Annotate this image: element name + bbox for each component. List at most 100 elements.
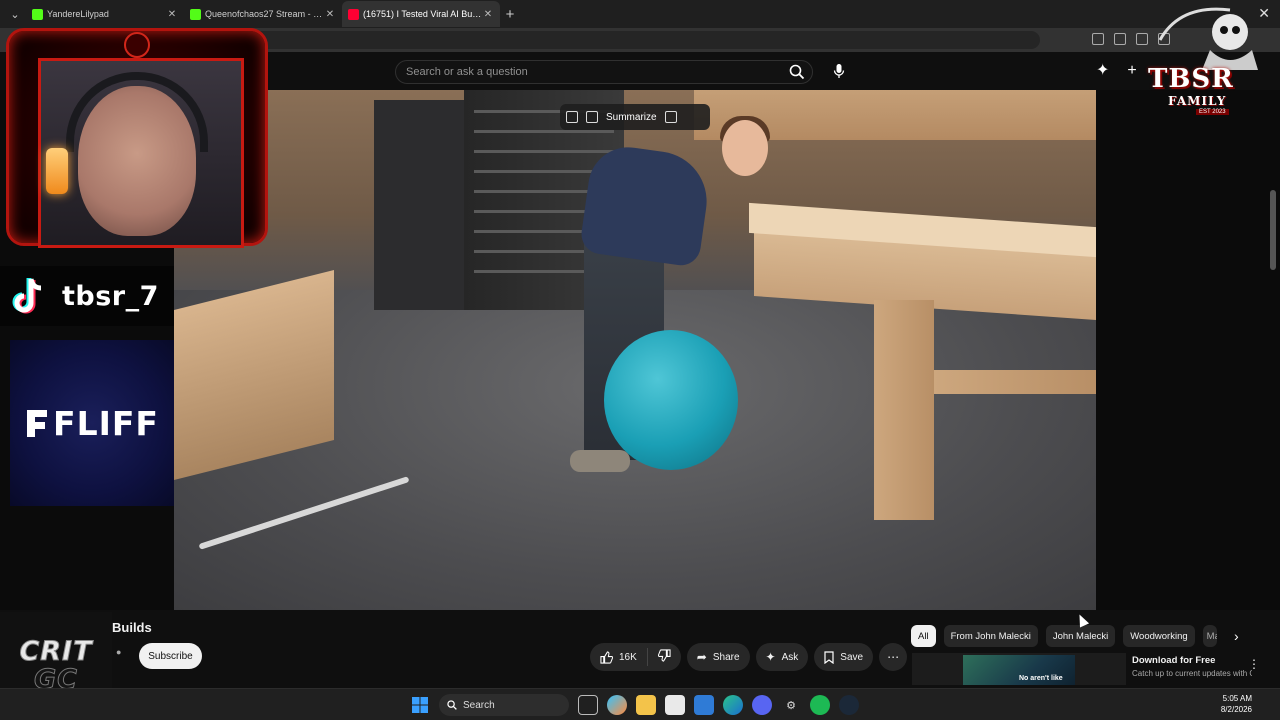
thumbs-down-icon [657,649,671,662]
sparkle-icon[interactable]: ✦ [1096,62,1109,80]
sparkle-icon: ✦ [765,650,776,664]
browser-tab-1[interactable]: YandereLilypad ✕ [26,1,184,27]
taskbar-search[interactable]: Search [439,694,569,716]
chevron-right-icon[interactable]: › [1234,628,1239,644]
tbsr-family-word: FAMILY [1168,94,1227,108]
ad-description: Catch up to current updates with Combat … [1132,669,1252,678]
person-head [722,120,768,176]
discord-icon[interactable] [752,695,772,715]
dislike-button[interactable] [648,649,681,665]
fliff-logo-icon [27,410,48,437]
exercise-ball [604,330,738,470]
ad-thumbnail[interactable]: No aren't like [963,655,1075,685]
tiktok-icon [6,272,54,320]
task-view-icon[interactable] [578,695,598,715]
clock-date: 8/2/2026 [1220,705,1252,714]
taskbar-apps: Search ⚙ [410,694,859,716]
chip-woodworking[interactable]: Woodworking [1123,625,1195,647]
subscribe-button[interactable]: Subscribe [139,643,202,669]
tbsr-est: EST 2023 [1196,109,1229,115]
verified-badge-icon: ● [116,647,122,657]
masthead-actions: ✦ + [1096,62,1137,80]
taskbar-search-label: Search [463,699,495,711]
tbsr-family-logo: TBSR FAMILY EST 2023 [1140,0,1280,124]
recommended-ad[interactable]: No aren't like Download for Free Catch u… [912,653,1262,685]
page-scrollbar[interactable] [1270,190,1276,270]
person-shoes [570,450,630,472]
like-dislike-group: 16K [590,643,681,671]
chip-truncated[interactable]: Ma [1202,625,1217,647]
share-label: Share [712,651,740,663]
share-button[interactable]: ➦ Share [686,643,750,671]
new-tab-button[interactable]: + [500,6,520,23]
create-plus-icon[interactable]: + [1127,62,1136,80]
like-button[interactable]: 16K [590,648,648,666]
microphone-icon[interactable] [826,58,852,84]
tiktok-handle: tbsr_7 [62,280,159,312]
kebab-menu-icon[interactable]: ⋮ [1248,657,1260,671]
ad-thumbnail-area: No aren't like [912,653,1126,685]
chip-from-john-malecki[interactable]: From John Malecki [943,625,1038,647]
save-label: Save [840,651,864,663]
lamp [46,148,68,194]
file-explorer-icon[interactable] [636,695,656,715]
workbench-leg [934,370,1096,394]
browser-tab-2[interactable]: Queenofchaos27 Stream - Wa ✕ [184,1,342,27]
reader-icon[interactable] [1092,33,1104,45]
like-count: 16K [619,651,637,663]
skull-icon [124,32,150,58]
ask-button[interactable]: ✦ Ask [755,643,809,671]
summarize-toolbar: Summarize [560,104,710,130]
tab-close-icon[interactable]: ✕ [324,9,336,20]
tab-title: YandereLilypad [47,9,109,19]
kick-favicon-icon [190,8,201,20]
video-actions: 16K ➦ Share ✦ Ask Save ⋯ [590,643,908,671]
edge-icon[interactable] [723,695,743,715]
mail-icon[interactable] [694,695,714,715]
bookmark-icon [824,650,834,664]
tbsr-word: TBSR [1148,64,1234,94]
streamer-face [78,86,196,236]
share-arrow-icon: ➦ [696,650,707,664]
system-clock[interactable]: 5:05 AM 8/2/2026 [1221,693,1252,715]
recommendation-chips: All From John Malecki John Malecki Woodw… [911,625,1217,647]
person-torso [578,142,714,268]
settings-gear-icon[interactable]: ⚙ [781,695,801,715]
thumbs-up-icon [600,650,613,664]
streamer-webcam [6,28,268,248]
tab-title: Queenofchaos27 Stream - Wa [205,9,324,19]
clock-time: 5:05 AM [1222,694,1252,703]
copilot-icon[interactable] [607,695,627,715]
windows-start-icon[interactable] [410,695,430,715]
tab-list-chevron-icon[interactable]: ⌄ [4,3,26,25]
summarize-button[interactable]: Summarize [606,112,657,123]
translate-icon[interactable] [664,111,677,123]
thumbnail-caption: No aren't like [1019,675,1063,682]
sponsor-wordmark: FLIFF [53,403,159,443]
ask-label: Ask [781,651,799,663]
search-input[interactable]: Search or ask a question [395,60,813,84]
ad-title[interactable]: Download for Free [1132,655,1252,666]
ad-meta: Download for Free Catch up to current up… [1132,653,1252,685]
pip-icon[interactable] [586,111,598,123]
chip-all[interactable]: All [911,625,936,647]
kick-favicon-icon [32,8,43,20]
save-button[interactable]: Save [814,643,874,671]
tab-close-icon[interactable]: ✕ [482,9,494,20]
tab-close-icon[interactable]: ✕ [166,9,178,20]
favorite-icon[interactable] [1114,33,1126,45]
tab-title: (16751) I Tested Viral AI Builds [363,9,482,19]
browser-tab-strip: ⌄ YandereLilypad ✕ Queenofchaos27 Stream… [0,0,1280,28]
grim-reaper-icon [1158,7,1258,70]
steam-icon[interactable] [839,695,859,715]
spotify-icon[interactable] [810,695,830,715]
chip-john-malecki[interactable]: John Malecki [1045,625,1116,647]
more-actions-icon[interactable]: ⋯ [879,643,908,671]
miniplayer-icon[interactable] [566,111,578,123]
browser-tab-3[interactable]: (16751) I Tested Viral AI Builds ✕ [342,1,500,27]
tiktok-overlay: tbsr_7 [0,266,174,326]
crit-line1: CRIT [19,636,93,667]
search-icon[interactable] [784,61,810,83]
store-icon[interactable] [665,695,685,715]
windows-taskbar: Search ⚙ 5:05 AM 8/2/2026 [0,688,1280,720]
